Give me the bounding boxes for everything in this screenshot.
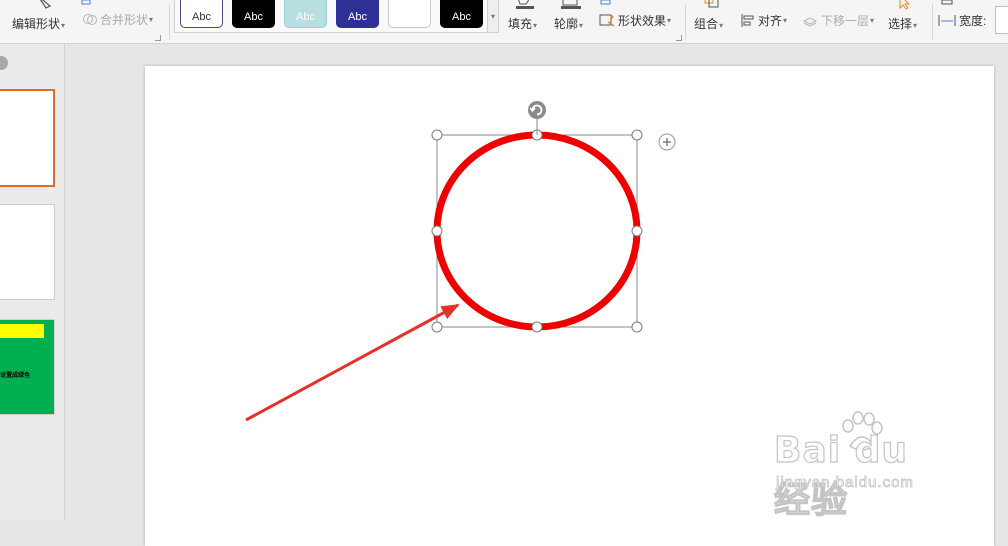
style-swatch-white[interactable] (388, 0, 431, 28)
slide-thumbnail-1[interactable] (0, 89, 55, 187)
fill-button[interactable]: 填充▾ (508, 0, 537, 40)
resize-handle-bottom-left[interactable] (431, 321, 443, 333)
rotate-handle-icon[interactable] (528, 101, 546, 119)
toolbar-top-icon (81, 0, 91, 5)
merge-shape-icon (82, 12, 97, 27)
edit-shape-icon (39, 0, 52, 9)
width-icon (938, 13, 956, 28)
align-button[interactable]: 对齐 ▾ (740, 12, 787, 29)
select-icon (899, 0, 911, 10)
style-swatch-navy[interactable]: Abc (336, 0, 379, 28)
panel-collapse-button[interactable] (0, 56, 8, 70)
group-button[interactable]: 组合▾ (694, 0, 723, 40)
resize-handle-right[interactable] (631, 225, 643, 237)
style-swatch-black[interactable]: Abc (232, 0, 275, 28)
style-swatch-outline-blue[interactable]: Abc (180, 0, 223, 28)
send-backward-button[interactable]: 下移一层 ▾ (802, 12, 874, 29)
shape-effect-button[interactable]: 形状效果 ▾ (599, 12, 671, 29)
merge-shape-button[interactable]: 合并形状 ▾ (82, 12, 153, 27)
shape-effect-label: 形状效果 (618, 14, 667, 28)
shape-effect-icon (599, 13, 615, 28)
gallery-more-button[interactable]: ▾ (487, 0, 499, 33)
separator (932, 4, 933, 40)
resize-handle-left[interactable] (431, 225, 443, 237)
slide3-yellow-bar (0, 324, 44, 338)
send-backward-icon (802, 13, 818, 28)
edit-shape-label: 编辑形状 (12, 17, 61, 31)
resize-handle-bottom[interactable] (531, 321, 543, 333)
style-swatch-black-2[interactable]: Abc (440, 0, 483, 28)
slide-thumbnail-3[interactable]: 设置成绿色 (0, 319, 55, 415)
fill-label: 填充 (508, 17, 533, 31)
slide-thumbnail-2[interactable] (0, 204, 55, 300)
shape-group-launcher[interactable] (155, 35, 161, 41)
layout-options-icon[interactable] (658, 133, 676, 151)
style-swatch-light-cyan[interactable]: Abc (284, 0, 327, 28)
align-icon (740, 13, 755, 28)
separator (685, 4, 686, 40)
resize-handle-top[interactable] (531, 129, 543, 141)
width-label: 宽度: (959, 14, 987, 28)
align-label: 对齐 (758, 14, 783, 28)
separator (169, 4, 170, 40)
slide3-caption: 设置成绿色 (0, 373, 31, 379)
ribbon-toolbar: 编辑形状▾ 合并形状 ▾ Abc Abc Abc Abc Abc ▾ 填充▾ 轮廓… (0, 0, 1008, 44)
effect-group-launcher[interactable] (676, 35, 682, 41)
group-label: 组合 (694, 17, 719, 31)
slide-thumbnail-panel: 设置成绿色 (0, 44, 65, 521)
outline-icon (561, 0, 581, 9)
watermark-url: jingyan.baidu.com (776, 474, 914, 492)
merge-shape-label: 合并形状 (100, 12, 149, 27)
select-label: 选择 (888, 17, 913, 31)
resize-handle-top-right[interactable] (631, 129, 643, 141)
edit-shape-button[interactable]: 编辑形状▾ (12, 0, 65, 40)
resize-handle-bottom-right[interactable] (631, 321, 643, 333)
send-backward-label: 下移一层 (821, 14, 870, 28)
outline-button[interactable]: 轮廓▾ (554, 0, 583, 40)
toolbar-top-icon (941, 0, 953, 5)
outline-label: 轮廓 (554, 17, 579, 31)
width-input[interactable] (995, 6, 1008, 34)
select-button[interactable]: 选择▾ (888, 0, 917, 40)
group-icon (704, 0, 719, 8)
shape-style-gallery: Abc Abc Abc Abc Abc (174, 0, 488, 33)
toolbar-top-icon (600, 0, 611, 5)
width-field: 宽度: (938, 12, 986, 29)
chevron-down-icon: ▾ (490, 11, 495, 21)
resize-handle-top-left[interactable] (431, 129, 443, 141)
fill-icon (516, 0, 534, 9)
baidu-jingyan-watermark: Bai du 经验 jingyan.baidu.com (770, 410, 950, 522)
